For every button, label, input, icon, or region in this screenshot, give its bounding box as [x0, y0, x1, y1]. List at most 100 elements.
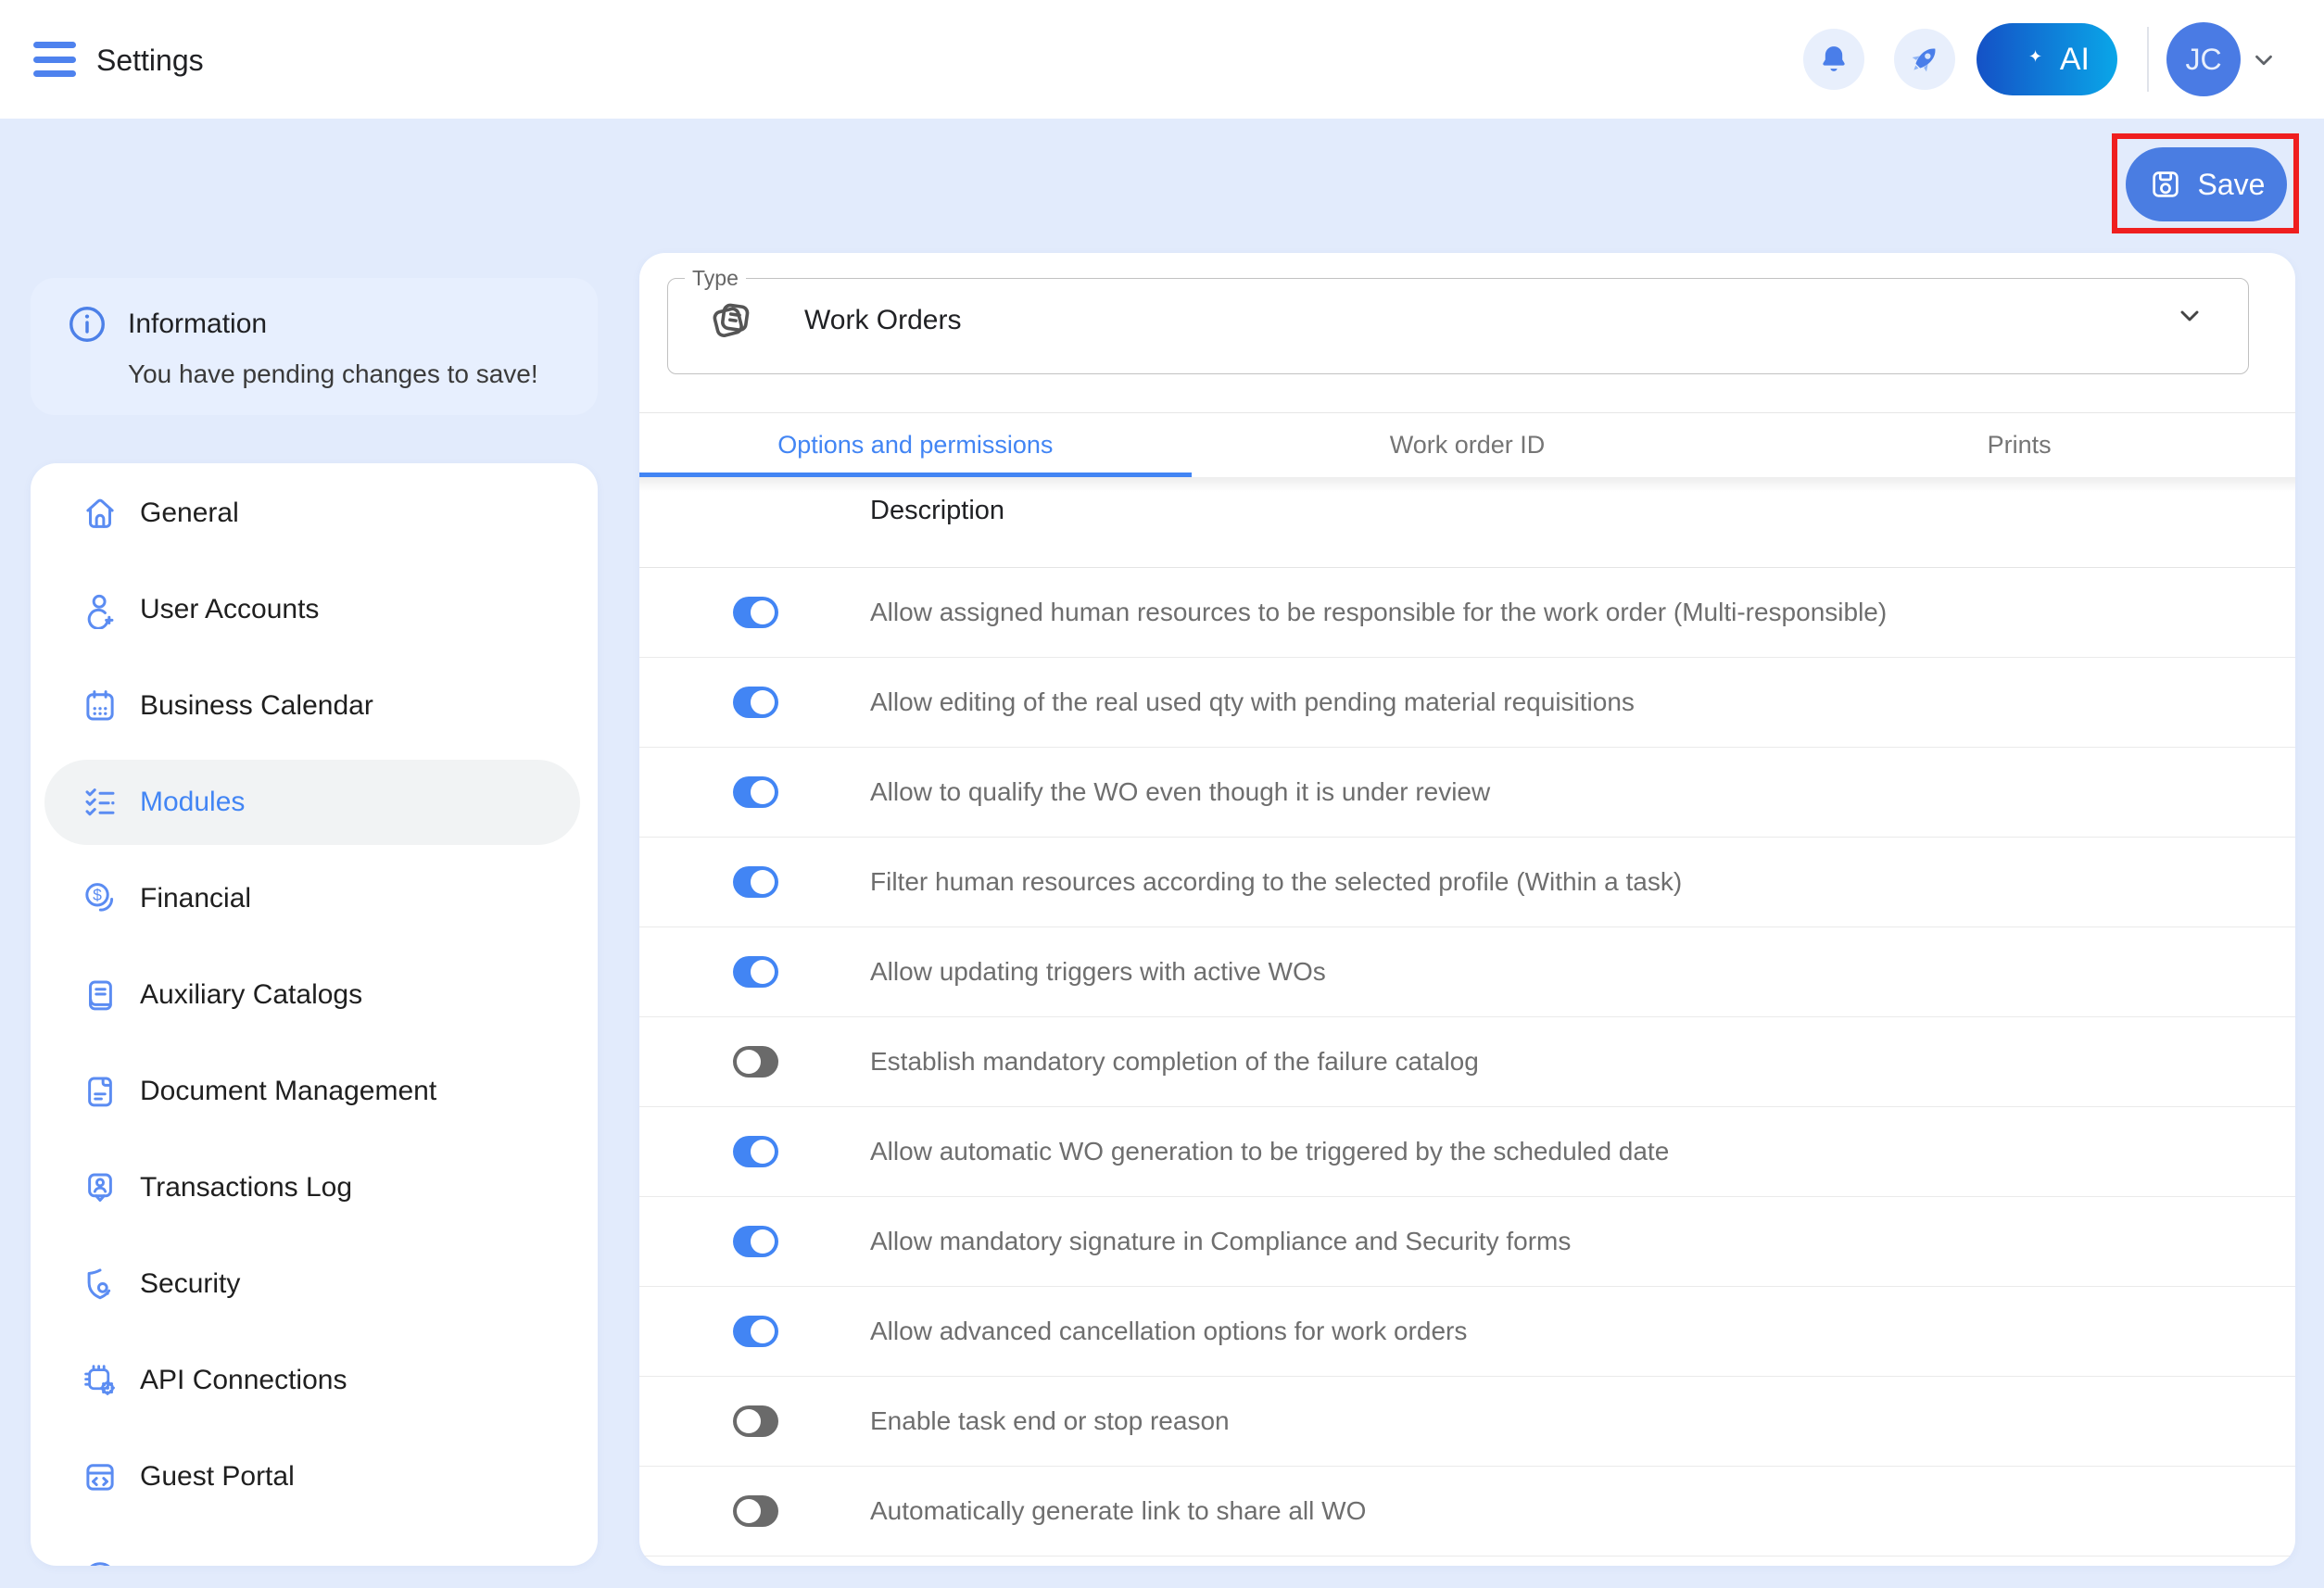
sidebar-item-guest-portal[interactable]: Guest Portal — [31, 1429, 598, 1525]
checklist-icon — [81, 783, 120, 822]
toggle-knob — [751, 780, 775, 804]
permission-description: Enable task end or stop reason — [870, 1406, 1230, 1436]
info-message: You have pending changes to save! — [128, 359, 538, 389]
sidebar-item-label: Document Management — [140, 1076, 436, 1107]
tab-label: Prints — [1988, 431, 2052, 460]
sidebar-item-label: Guest Portal — [140, 1461, 295, 1493]
sidebar-item-api-connections[interactable]: API Connections — [31, 1332, 598, 1429]
toggle-switch[interactable] — [733, 597, 778, 628]
sidebar-item-label: Financial — [140, 883, 251, 914]
sidebar-item-label: User Accounts — [140, 594, 319, 625]
tab-label: Work order ID — [1390, 431, 1546, 460]
page-title: Settings — [96, 44, 204, 78]
toggle-knob — [751, 600, 775, 624]
user-avatar[interactable]: JC — [2166, 22, 2241, 96]
document-icon — [81, 1072, 120, 1111]
sidebar-item-financial[interactable]: Financial — [31, 851, 598, 947]
type-select[interactable]: Work Orders — [667, 266, 2249, 374]
user-log-icon — [81, 1168, 120, 1207]
save-button[interactable]: Save — [2126, 147, 2287, 221]
sidebar-item-security[interactable]: Security — [31, 1236, 598, 1332]
calendar-icon — [81, 687, 120, 725]
modules-settings-panel: Type Work Orders Options and permissions… — [639, 253, 2295, 1566]
toggle-switch[interactable] — [733, 1405, 778, 1437]
sidebar-item-business-calendar[interactable]: Business Calendar — [31, 658, 598, 754]
permission-row: Allow advanced cancellation options for … — [639, 1287, 2295, 1377]
tab-options-and-permissions[interactable]: Options and permissions — [639, 413, 1192, 477]
toggle-knob — [737, 1050, 761, 1074]
toggle-switch[interactable] — [733, 1316, 778, 1347]
permission-row: Allow mandatory signature in Compliance … — [639, 1197, 2295, 1287]
topbar-divider — [2147, 27, 2149, 92]
partial-nav-icon — [81, 1556, 120, 1566]
permission-description: Allow updating triggers with active WOs — [870, 957, 1326, 987]
avatar-initials: JC — [2185, 43, 2221, 77]
permission-description: Automatically generate link to share all… — [870, 1496, 1366, 1526]
sidebar-item-label: Transactions Log — [140, 1172, 352, 1204]
sparkle-icon: ✦ — [2028, 47, 2042, 67]
rocket-icon — [1905, 40, 1944, 79]
permission-description: Establish mandatory completion of the fa… — [870, 1047, 1479, 1077]
toggle-switch[interactable] — [733, 776, 778, 808]
permissions-table: Allow assigned human resources to be res… — [639, 567, 2295, 1556]
topbar: Settings ✦ AI JC — [0, 0, 2324, 119]
permission-row: Allow assigned human resources to be res… — [639, 568, 2295, 658]
sidebar-item-label: General — [140, 498, 239, 529]
toggle-switch[interactable] — [733, 1226, 778, 1257]
sidebar-item-label: Auxiliary Catalogs — [140, 979, 362, 1011]
settings-sidebar: General User Accounts Business Calendar — [31, 463, 598, 1566]
permission-row: Allow editing of the real used qty with … — [639, 658, 2295, 748]
dollar-icon — [81, 879, 120, 918]
toggle-switch[interactable] — [733, 956, 778, 988]
ai-label: AI — [2060, 42, 2090, 78]
permission-row: Establish mandatory completion of the fa… — [639, 1017, 2295, 1107]
toggle-knob — [737, 1409, 761, 1433]
type-chevron-down-icon — [2175, 301, 2204, 331]
permission-description: Filter human resources according to the … — [870, 867, 1682, 897]
sidebar-item-user-accounts[interactable]: User Accounts — [31, 561, 598, 658]
permission-row: Allow updating triggers with active WOs — [639, 927, 2295, 1017]
tab-work-order-id[interactable]: Work order ID — [1192, 413, 1744, 477]
floppy-save-icon — [2148, 167, 2183, 202]
shield-icon — [81, 1265, 120, 1304]
permission-row: Filter human resources according to the … — [639, 838, 2295, 927]
pending-changes-info-box: Information You have pending changes to … — [31, 278, 598, 415]
toggle-knob — [751, 870, 775, 894]
sidebar-item-label: Security — [140, 1268, 240, 1300]
sidebar-item-transactions-log[interactable]: Transactions Log — [31, 1140, 598, 1236]
home-icon — [81, 494, 120, 533]
toggle-knob — [751, 690, 775, 714]
user-plus-icon — [81, 590, 120, 629]
avatar-chevron-down-icon[interactable] — [2250, 46, 2278, 74]
permission-row: Enable task end or stop reason — [639, 1377, 2295, 1467]
book-icon — [81, 976, 120, 1015]
hamburger-menu-icon[interactable] — [33, 42, 76, 77]
toggle-switch[interactable] — [733, 1136, 778, 1167]
toggle-knob — [751, 1229, 775, 1254]
permission-row: Allow to qualify the WO even though it i… — [639, 748, 2295, 838]
toggle-switch[interactable] — [733, 866, 778, 898]
toggle-switch[interactable] — [733, 1495, 778, 1527]
type-selected-value: Work Orders — [804, 305, 961, 336]
toggle-switch[interactable] — [733, 1046, 778, 1078]
sidebar-item-label: API Connections — [140, 1365, 347, 1396]
description-column-header: Description — [870, 496, 1004, 526]
ai-assistant-button[interactable]: ✦ AI — [1977, 23, 2117, 95]
active-item-highlight — [44, 760, 580, 845]
permission-row: Allow automatic WO generation to be trig… — [639, 1107, 2295, 1197]
permission-description: Allow automatic WO generation to be trig… — [870, 1137, 1669, 1166]
tab-label: Options and permissions — [777, 431, 1053, 460]
toggle-knob — [751, 1319, 775, 1343]
sidebar-item-general[interactable]: General — [31, 465, 598, 561]
permission-description: Allow to qualify the WO even though it i… — [870, 777, 1490, 807]
whats-new-button[interactable] — [1894, 29, 1955, 90]
tab-prints[interactable]: Prints — [1743, 413, 2295, 477]
toggle-switch[interactable] — [733, 687, 778, 718]
notifications-button[interactable] — [1803, 29, 1864, 90]
tabs-shadow — [639, 477, 2295, 492]
sidebar-item-modules[interactable]: Modules — [31, 754, 598, 851]
sidebar-item-auxiliary-catalogs[interactable]: Auxiliary Catalogs — [31, 947, 598, 1043]
toggle-knob — [751, 960, 775, 984]
sidebar-item-document-management[interactable]: Document Management — [31, 1043, 598, 1140]
settings-tabs: Options and permissions Work order ID Pr… — [639, 412, 2295, 477]
